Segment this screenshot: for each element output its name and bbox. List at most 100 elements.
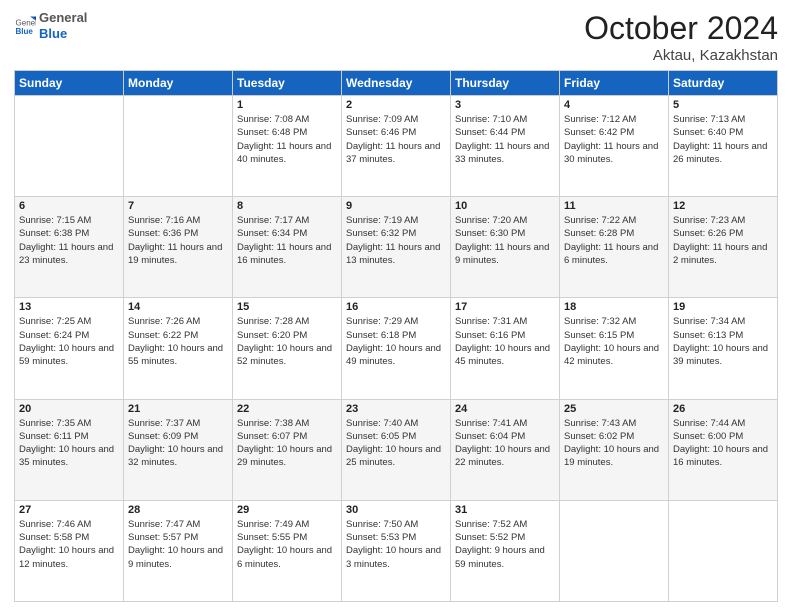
day-cell: 20 Sunrise: 7:35 AMSunset: 6:11 PMDayligh… [15,399,124,500]
day-cell: 13Sunrise: 7:25 AMSunset: 6:24 PMDayligh… [15,298,124,399]
day-number: 28 [128,504,228,516]
day-info: Sunrise: 7:49 AMSunset: 5:55 PMDaylight:… [237,518,337,571]
day-info: Sunrise: 7:28 AMSunset: 6:20 PMDaylight:… [237,315,337,368]
day-info: Sunrise: 7:13 AMSunset: 6:40 PMDaylight:… [673,113,773,166]
week-row-4: 20 Sunrise: 7:35 AMSunset: 6:11 PMDayligh… [15,399,778,500]
day-info: Sunrise: 7:12 AMSunset: 6:42 PMDaylight:… [564,113,664,166]
day-number: 30 [346,504,446,516]
day-number: 8 [237,200,337,212]
day-info: Sunrise: 7:23 AMSunset: 6:26 PMDaylight:… [673,214,773,267]
day-number: 3 [455,99,555,111]
day-number: 17 [455,301,555,313]
day-number: 27 [19,504,119,516]
week-row-3: 13Sunrise: 7:25 AMSunset: 6:24 PMDayligh… [15,298,778,399]
day-cell: 22 Sunrise: 7:38 AMSunset: 6:07 PMDayligh… [233,399,342,500]
day-info: Sunrise: 7:44 AMSunset: 6:00 PMDaylight:… [673,417,773,470]
day-number: 16 [346,301,446,313]
day-cell: 26 Sunrise: 7:44 AMSunset: 6:00 PMDayligh… [669,399,778,500]
day-cell: 3Sunrise: 7:10 AMSunset: 6:44 PMDaylight… [451,96,560,197]
day-number: 9 [346,200,446,212]
day-cell [15,96,124,197]
day-cell: 6 Sunrise: 7:15 AMSunset: 6:38 PMDaylight… [15,197,124,298]
day-info: Sunrise: 7:35 AMSunset: 6:11 PMDaylight:… [19,417,119,470]
day-info: Sunrise: 7:22 AMSunset: 6:28 PMDaylight:… [564,214,664,267]
weekday-header-row: SundayMondayTuesdayWednesdayThursdayFrid… [15,71,778,96]
day-info: Sunrise: 7:47 AMSunset: 5:57 PMDaylight:… [128,518,228,571]
title-block: October 2024 Aktau, Kazakhstan [584,10,778,64]
day-cell [124,96,233,197]
day-cell: 27Sunrise: 7:46 AMSunset: 5:58 PMDayligh… [15,500,124,601]
day-cell: 23Sunrise: 7:40 AMSunset: 6:05 PMDayligh… [342,399,451,500]
page: General Blue General Blue October 2024 A… [0,0,792,612]
day-number: 20 [19,403,119,415]
day-number: 7 [128,200,228,212]
logo: General Blue General Blue [14,10,87,41]
day-cell: 17Sunrise: 7:31 AMSunset: 6:16 PMDayligh… [451,298,560,399]
day-number: 10 [455,200,555,212]
day-cell: 15 Sunrise: 7:28 AMSunset: 6:20 PMDayligh… [233,298,342,399]
day-cell: 29 Sunrise: 7:49 AMSunset: 5:55 PMDayligh… [233,500,342,601]
weekday-header-thursday: Thursday [451,71,560,96]
day-cell: 16 Sunrise: 7:29 AMSunset: 6:18 PMDayligh… [342,298,451,399]
day-number: 26 [673,403,773,415]
day-number: 2 [346,99,446,111]
day-cell [669,500,778,601]
day-number: 29 [237,504,337,516]
day-number: 22 [237,403,337,415]
day-cell: 12 Sunrise: 7:23 AMSunset: 6:26 PMDayligh… [669,197,778,298]
day-number: 1 [237,99,337,111]
weekday-header-wednesday: Wednesday [342,71,451,96]
day-info: Sunrise: 7:20 AMSunset: 6:30 PMDaylight:… [455,214,555,267]
day-info: Sunrise: 7:32 AMSunset: 6:15 PMDaylight:… [564,315,664,368]
day-number: 15 [237,301,337,313]
day-info: Sunrise: 7:17 AMSunset: 6:34 PMDaylight:… [237,214,337,267]
day-number: 18 [564,301,664,313]
day-cell: 10 Sunrise: 7:20 AMSunset: 6:30 PMDayligh… [451,197,560,298]
day-cell: 8 Sunrise: 7:17 AMSunset: 6:34 PMDaylight… [233,197,342,298]
logo-general-text: General [39,10,87,26]
day-number: 19 [673,301,773,313]
day-info: Sunrise: 7:08 AMSunset: 6:48 PMDaylight:… [237,113,337,166]
day-info: Sunrise: 7:52 AMSunset: 5:52 PMDaylight:… [455,518,555,571]
weekday-header-monday: Monday [124,71,233,96]
day-info: Sunrise: 7:43 AMSunset: 6:02 PMDaylight:… [564,417,664,470]
day-cell [560,500,669,601]
day-info: Sunrise: 7:25 AMSunset: 6:24 PMDaylight:… [19,315,119,368]
day-number: 21 [128,403,228,415]
day-number: 5 [673,99,773,111]
header: General Blue General Blue October 2024 A… [14,10,778,64]
week-row-1: 1 Sunrise: 7:08 AMSunset: 6:48 PMDaylight… [15,96,778,197]
day-info: Sunrise: 7:41 AMSunset: 6:04 PMDaylight:… [455,417,555,470]
weekday-header-sunday: Sunday [15,71,124,96]
day-info: Sunrise: 7:38 AMSunset: 6:07 PMDaylight:… [237,417,337,470]
day-info: Sunrise: 7:16 AMSunset: 6:36 PMDaylight:… [128,214,228,267]
day-cell: 2 Sunrise: 7:09 AMSunset: 6:46 PMDaylight… [342,96,451,197]
location-title: Aktau, Kazakhstan [584,47,778,64]
day-cell: 5 Sunrise: 7:13 AMSunset: 6:40 PMDaylight… [669,96,778,197]
day-cell: 18 Sunrise: 7:32 AMSunset: 6:15 PMDayligh… [560,298,669,399]
svg-text:General: General [15,18,36,27]
week-row-2: 6 Sunrise: 7:15 AMSunset: 6:38 PMDaylight… [15,197,778,298]
week-row-5: 27Sunrise: 7:46 AMSunset: 5:58 PMDayligh… [15,500,778,601]
day-info: Sunrise: 7:15 AMSunset: 6:38 PMDaylight:… [19,214,119,267]
day-number: 25 [564,403,664,415]
day-number: 31 [455,504,555,516]
day-cell: 9Sunrise: 7:19 AMSunset: 6:32 PMDaylight… [342,197,451,298]
day-info: Sunrise: 7:34 AMSunset: 6:13 PMDaylight:… [673,315,773,368]
day-info: Sunrise: 7:29 AMSunset: 6:18 PMDaylight:… [346,315,446,368]
logo-blue-text: Blue [39,26,87,42]
day-number: 6 [19,200,119,212]
day-info: Sunrise: 7:09 AMSunset: 6:46 PMDaylight:… [346,113,446,166]
day-number: 14 [128,301,228,313]
day-number: 11 [564,200,664,212]
weekday-header-friday: Friday [560,71,669,96]
day-number: 4 [564,99,664,111]
calendar-table: SundayMondayTuesdayWednesdayThursdayFrid… [14,70,778,602]
day-number: 12 [673,200,773,212]
month-title: October 2024 [584,10,778,47]
day-cell: 1 Sunrise: 7:08 AMSunset: 6:48 PMDaylight… [233,96,342,197]
weekday-header-tuesday: Tuesday [233,71,342,96]
day-info: Sunrise: 7:40 AMSunset: 6:05 PMDaylight:… [346,417,446,470]
day-cell: 21Sunrise: 7:37 AMSunset: 6:09 PMDayligh… [124,399,233,500]
day-cell: 30Sunrise: 7:50 AMSunset: 5:53 PMDayligh… [342,500,451,601]
